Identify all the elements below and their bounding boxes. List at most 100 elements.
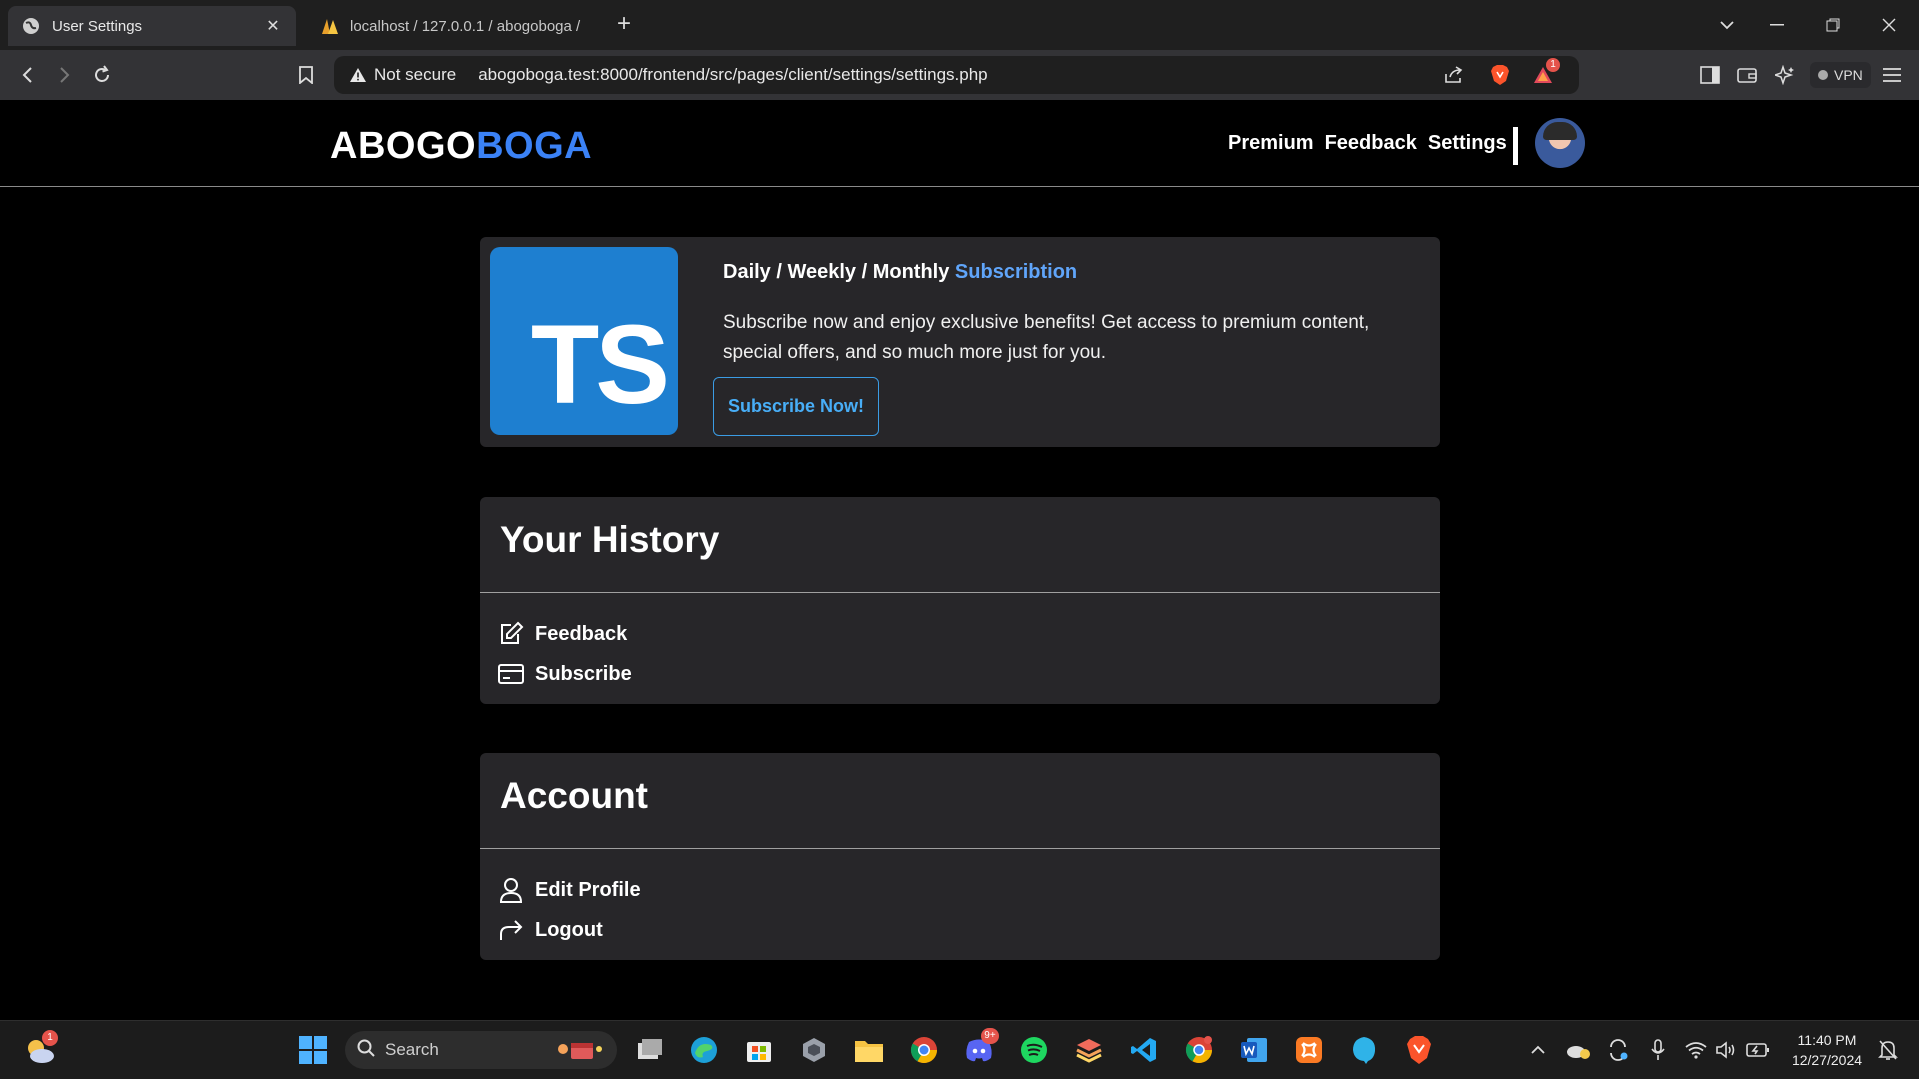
volume-icon[interactable] (1710, 1034, 1742, 1066)
subscription-card: TS Daily / Weekly / Monthly Subscribtion… (480, 237, 1440, 447)
nav-premium[interactable]: Premium (1228, 132, 1314, 155)
share-icon[interactable] (1441, 62, 1467, 88)
back-icon[interactable] (13, 60, 43, 90)
logout-arrow-icon (497, 916, 525, 944)
subscription-title: Daily / Weekly / Monthly Subscribtion (723, 261, 1077, 284)
top-navigation: Premium Feedback Settings (1228, 132, 1507, 155)
web-page: ABOGOBOGA Premium Feedback Settings TS D… (0, 100, 1919, 1020)
word-icon[interactable] (1238, 1034, 1270, 1066)
task-view-icon[interactable] (634, 1034, 666, 1066)
history-item-subscribe[interactable]: Subscribe (497, 659, 632, 689)
user-icon (497, 876, 525, 904)
xampp-icon[interactable] (1293, 1034, 1325, 1066)
weather-badge: 1 (42, 1030, 58, 1046)
history-item-label: Subscribe (535, 662, 632, 685)
new-tab-button[interactable]: + (610, 10, 638, 38)
sync-icon[interactable] (1602, 1034, 1634, 1066)
taskbar-search-input[interactable]: Search (345, 1031, 617, 1069)
reload-icon[interactable] (87, 60, 117, 90)
brave-shields-icon[interactable] (1487, 62, 1513, 88)
edge-icon[interactable] (688, 1034, 720, 1066)
history-card: Your History Feedback Subscribe (480, 497, 1440, 704)
phpmyadmin-icon (320, 17, 338, 35)
search-highlight-icon (555, 1039, 605, 1066)
tab-phpmyadmin[interactable]: localhost / 127.0.0.1 / abogoboga / (306, 6, 596, 46)
menu-icon[interactable] (1879, 62, 1905, 88)
subscription-title-accent: Subscribtion (954, 261, 1078, 283)
logo-part-1: ABOGO (330, 125, 477, 167)
security-status[interactable]: Not secure (374, 65, 456, 85)
weather-icon[interactable]: 1 (24, 1030, 58, 1066)
site-header: ABOGOBOGA Premium Feedback Settings (0, 100, 1919, 187)
restore-icon[interactable] (1811, 8, 1855, 42)
chrome-dev-icon[interactable] (1183, 1034, 1215, 1066)
bookmark-icon[interactable] (291, 60, 321, 90)
discord-badge: 9+ (981, 1028, 999, 1044)
logo-part-2: BOGA (476, 125, 593, 167)
avatar[interactable] (1535, 118, 1585, 168)
search-placeholder: Search (385, 1040, 439, 1059)
history-item-label: Feedback (535, 622, 628, 645)
spotify-icon[interactable] (1018, 1034, 1050, 1066)
sidebar-icon[interactable] (1697, 62, 1723, 88)
browser-tab-bar: User Settings ✕ localhost / 127.0.0.1 / … (0, 0, 1919, 50)
tab-search-chevron-icon[interactable] (1705, 8, 1749, 42)
app-hexagon-icon[interactable] (798, 1034, 830, 1066)
vpn-button[interactable]: VPN (1810, 62, 1871, 88)
divider (480, 592, 1440, 593)
leo-ai-icon[interactable] (1772, 62, 1798, 88)
credit-card-icon (497, 660, 525, 688)
browser-toolbar: Not secure abogoboga.test:8000/frontend/… (0, 50, 1919, 100)
vpn-status-dot (1818, 70, 1828, 80)
warning-icon (348, 65, 368, 85)
history-title: Your History (500, 519, 720, 560)
discord-icon[interactable]: 9+ (963, 1028, 999, 1066)
minimize-icon[interactable] (1755, 8, 1799, 42)
chevron-up-icon[interactable] (1522, 1034, 1554, 1066)
nav-settings[interactable]: Settings (1428, 132, 1507, 155)
close-window-icon[interactable] (1867, 8, 1911, 42)
tab-title: User Settings (52, 17, 143, 35)
globe-icon (22, 17, 40, 35)
brave-icon[interactable] (1403, 1034, 1435, 1066)
microsoft-store-icon[interactable] (743, 1034, 775, 1066)
brave-rewards-icon[interactable]: 1 (1530, 58, 1560, 88)
tab-user-settings[interactable]: User Settings ✕ (8, 6, 296, 46)
wifi-icon[interactable] (1680, 1034, 1712, 1066)
windows-start-icon[interactable] (297, 1034, 329, 1066)
system-clock[interactable]: 11:40 PM 12/27/2024 (1782, 1030, 1872, 1070)
account-item-logout[interactable]: Logout (497, 915, 603, 945)
onedrive-warning-icon[interactable] (1562, 1034, 1594, 1066)
search-icon (357, 1039, 375, 1062)
microphone-icon[interactable] (1642, 1034, 1674, 1066)
close-tab-icon[interactable]: ✕ (264, 16, 282, 36)
url-text[interactable]: abogoboga.test:8000/frontend/src/pages/c… (478, 65, 987, 85)
file-explorer-icon[interactable] (853, 1034, 885, 1066)
ts-logo-text: TS (530, 302, 670, 427)
site-logo[interactable]: ABOGOBOGA (330, 125, 592, 168)
account-item-edit-profile[interactable]: Edit Profile (497, 875, 641, 905)
app-blue-icon[interactable] (1348, 1034, 1380, 1066)
nav-divider (1513, 127, 1518, 165)
windows-taskbar: 1 Search 9+ 11:40 PM 12/27/2024 (0, 1020, 1919, 1079)
notification-bell-icon[interactable] (1872, 1034, 1904, 1066)
clock-time: 11:40 PM (1797, 1032, 1857, 1048)
nav-feedback[interactable]: Feedback (1325, 132, 1417, 155)
chrome-icon[interactable] (908, 1034, 940, 1066)
typescript-logo: TS (490, 247, 678, 435)
subscribe-now-button[interactable]: Subscribe Now! (713, 377, 879, 436)
account-item-label: Logout (535, 918, 603, 941)
subscription-description: Subscribe now and enjoy exclusive benefi… (723, 312, 1370, 363)
address-bar[interactable]: Not secure abogoboga.test:8000/frontend/… (334, 56, 1579, 94)
subscription-title-plain: Daily / Weekly / Monthly (723, 261, 950, 283)
forward-icon[interactable] (49, 60, 79, 90)
history-item-feedback[interactable]: Feedback (497, 619, 627, 649)
account-item-label: Edit Profile (535, 878, 641, 901)
edit-icon (497, 620, 525, 648)
wallet-icon[interactable] (1734, 62, 1760, 88)
battery-icon[interactable] (1742, 1034, 1774, 1066)
stack-app-icon[interactable] (1073, 1034, 1105, 1066)
account-title: Account (500, 775, 648, 816)
divider (480, 848, 1440, 849)
vscode-icon[interactable] (1128, 1034, 1160, 1066)
